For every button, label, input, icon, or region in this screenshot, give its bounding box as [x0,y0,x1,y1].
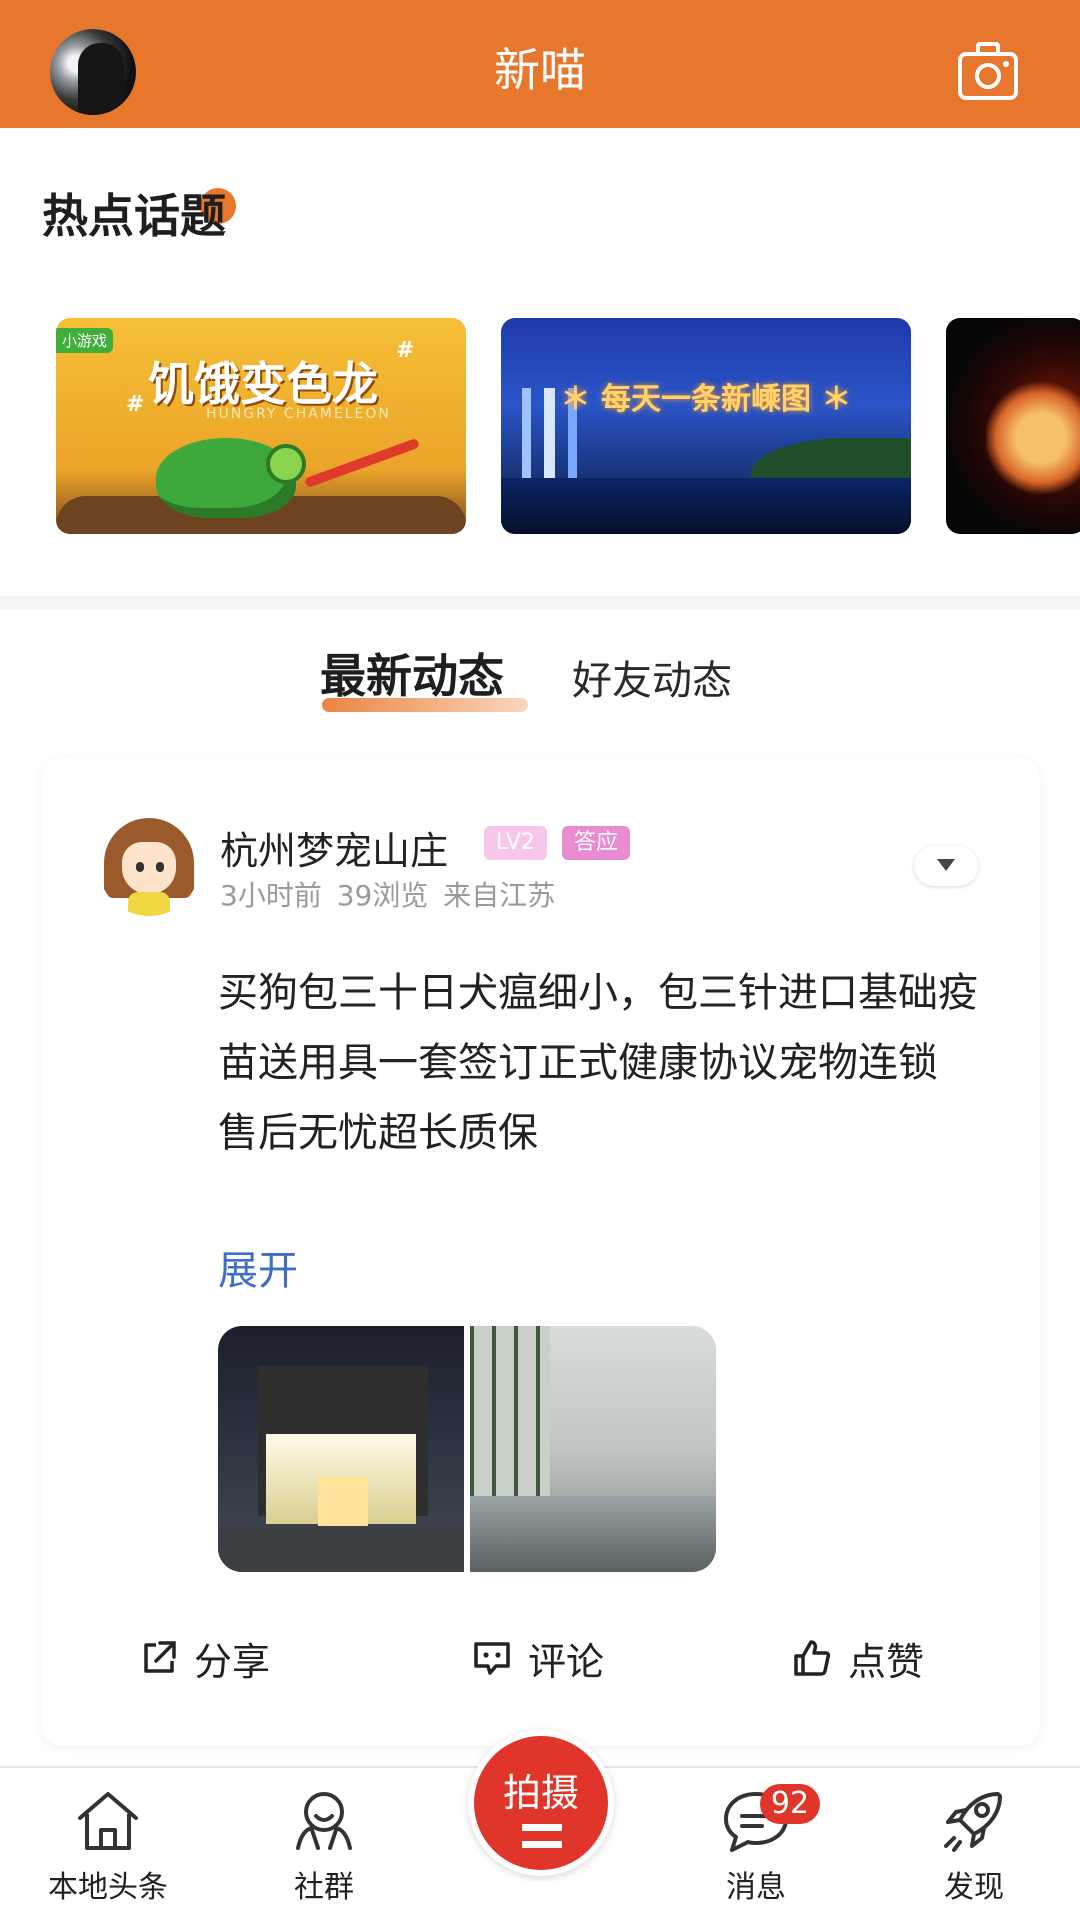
level-badge: LV2 [484,826,547,860]
comment-button[interactable]: 评论 [472,1618,604,1698]
capture-bars-icon [522,1824,562,1848]
topic-card-title: 饥饿变色龙 [148,357,378,411]
unread-count-badge: 92 [760,1784,820,1824]
feed-tabs: 最新动态 好友动态 [0,610,1080,720]
share-label: 分享 [194,1639,271,1684]
avatar-face [122,842,176,894]
avatar-eye [156,862,164,872]
like-button[interactable]: 点赞 [792,1618,924,1698]
nav-local-news[interactable]: 本地头条 [28,1786,188,1916]
community-icon [296,1792,352,1850]
post-time: 3小时前 [220,879,322,912]
nav-messages[interactable]: 92 消息 [676,1784,836,1916]
topic-card-title: ＊ 每天一条新嵊图 ＊ [560,382,852,417]
post-text: 买狗包三十日犬瘟细小，包三针进口基础疫苗送用具一套签订正式健康协议宠物连锁 售后… [218,970,978,1156]
nav-label: 本地头条 [48,1870,168,1905]
camera-icon [958,42,1018,100]
post-username[interactable]: 杭州梦宠山庄 [220,820,448,875]
post-views: 39浏览 [336,879,429,912]
tongue-graphic [303,437,421,489]
river-graphic [501,478,911,534]
post-meta: 3小时前 39浏览 来自江苏 [220,874,555,914]
app-title: 新喵 [494,43,586,97]
nav-community[interactable]: 社群 [244,1786,404,1916]
topic-card-daily-photo[interactable]: ＊ 每天一条新嵊图 ＊ [501,318,911,534]
chameleon-eye-graphic [266,444,306,484]
rocket-icon [944,1792,1002,1852]
nav-label: 发现 [944,1870,1004,1905]
post-more-button[interactable] [914,846,978,886]
post-location: 来自江苏 [443,879,556,912]
comment-icon [474,1642,510,1675]
thumbs-up-icon [794,1640,831,1676]
nav-label: 消息 [726,1870,786,1905]
tab-friends[interactable]: 好友动态 [572,648,732,706]
post-actions: 分享 评论 点赞 [42,1618,1040,1698]
capture-label: 拍摄 [502,1771,579,1815]
hash-mark: # [126,392,145,417]
hash-mark: # [396,338,415,363]
app-root: 新喵 热点话题 小游戏 # # 饥饿变色龙 HUNGRY CHAMELEON ＊… [0,0,1080,1920]
topic-card-chameleon[interactable]: 小游戏 # # 饥饿变色龙 HUNGRY CHAMELEON [56,318,466,534]
topic-card-trophy[interactable] [946,318,1080,534]
post-card: 杭州梦宠山庄 LV2 答应 3小时前 39浏览 来自江苏 买狗包三十日犬瘟细小，… [42,758,1040,1746]
hot-topics-section: 热点话题 小游戏 # # 饥饿变色龙 HUNGRY CHAMELEON ＊ 每天… [0,128,1080,596]
photo-door [318,1476,368,1526]
user-tag-badge: 答应 [562,826,631,860]
post-photo[interactable] [470,1326,716,1572]
home-icon [78,1792,138,1850]
photo-ground [218,1526,464,1572]
avatar-eye [136,862,144,872]
capture-button[interactable]: 拍摄 [468,1730,614,1876]
photo-floor [470,1496,716,1572]
share-button[interactable]: 分享 [140,1618,270,1698]
hot-topics-title: 热点话题 [42,189,226,243]
post-photo[interactable] [218,1326,464,1572]
topic-card-subtitle: HUNGRY CHAMELEON [206,406,391,422]
nav-discover[interactable]: 发现 [894,1786,1054,1916]
mini-game-badge: 小游戏 [56,328,114,353]
like-label: 点赞 [848,1639,925,1684]
tab-latest[interactable]: 最新动态 [320,640,504,706]
user-avatar[interactable] [98,814,200,916]
expand-link[interactable]: 展开 [218,1238,298,1296]
top-bar: 新喵 [0,0,1080,128]
comment-label: 评论 [528,1639,605,1684]
trophy-graphic [986,378,1080,498]
avatar-shirt [128,892,170,916]
nav-label: 社群 [294,1870,354,1905]
camera-button[interactable] [956,40,1020,102]
share-icon [144,1641,176,1673]
